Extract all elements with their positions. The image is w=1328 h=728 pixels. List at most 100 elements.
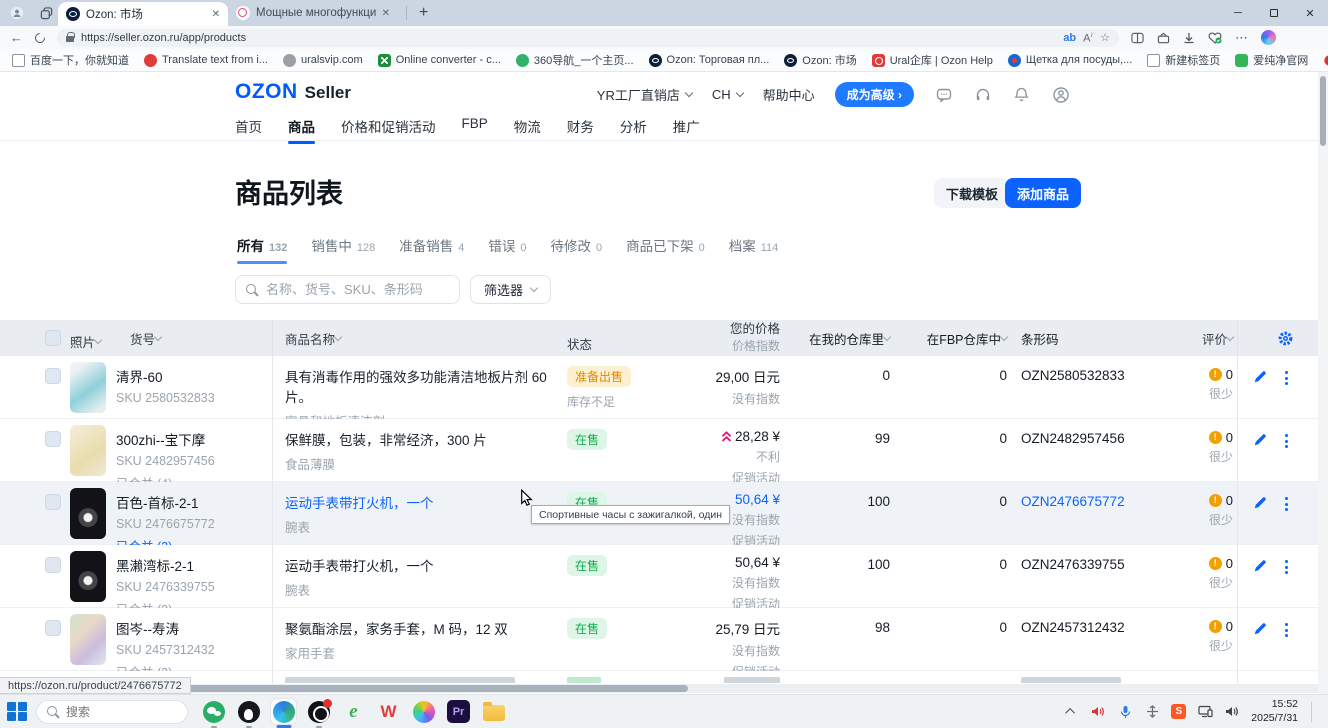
row-checkbox[interactable] (45, 620, 61, 636)
tab-close-icon[interactable]: ✕ (382, 8, 390, 19)
bookmark-item[interactable]: uralsvip.com (283, 54, 363, 67)
vertical-scrollbar-thumb[interactable] (1320, 76, 1326, 146)
row-checkbox[interactable] (45, 431, 61, 447)
product-barcode-link[interactable]: OZN2476675772 (1007, 482, 1162, 544)
file-explorer-icon[interactable] (480, 698, 507, 725)
sogou-icon[interactable] (1171, 704, 1186, 719)
col-code[interactable]: 货号 (130, 329, 272, 348)
volume-red-icon[interactable] (1090, 704, 1106, 720)
product-code[interactable]: 百色-首标-2-1 (116, 492, 272, 512)
product-name[interactable]: 聚氨酯涂层，家务手套，M 码，12 双 (285, 618, 567, 638)
bookmark-item[interactable]: Translate text from i... (144, 54, 268, 67)
store-selector[interactable]: YR工厂直销店 (597, 85, 692, 104)
edge-browser-icon[interactable] (270, 698, 297, 725)
table-row[interactable]: 图岑--寿涛 SKU 2457312432 已合并 (3) 聚氨酯涂层，家务手套… (0, 608, 1318, 671)
table-row[interactable]: 黑濑湾标-2-1 SKU 2476339755 已合并 (2) 运动手表带打火机… (0, 545, 1318, 608)
bookmark-item[interactable]: 百度一下，你就知道 (12, 52, 129, 68)
chat-icon[interactable] (934, 85, 953, 104)
select-all-checkbox[interactable] (45, 330, 61, 346)
help-center-link[interactable]: 帮助中心 (763, 85, 815, 104)
account-avatar-icon[interactable] (1051, 85, 1070, 104)
table-row[interactable]: 300zhi--宝下摩 SKU 2482957456 已合并 (4) 保鲜膜，包… (0, 419, 1318, 482)
bookmark-item[interactable]: 新建标签页 (1147, 52, 1220, 68)
wechat-icon[interactable] (200, 698, 227, 725)
edit-pencil-icon[interactable] (1253, 559, 1267, 573)
download-icon[interactable] (1183, 32, 1195, 44)
row-menu-icon[interactable] (1285, 623, 1288, 637)
bookmark-item[interactable]: Ozon: 市场 (784, 52, 856, 68)
refresh-icon[interactable] (33, 30, 47, 44)
premium-button[interactable]: 成为高级 › (835, 82, 914, 107)
notifications-bell-icon[interactable] (1012, 85, 1031, 104)
col-stock-my[interactable]: 在我的仓库里 (780, 329, 890, 348)
row-checkbox[interactable] (45, 557, 61, 573)
tab-errors[interactable]: 错误0 (488, 235, 526, 264)
bookmark-item[interactable]: 360导航_一个主页... (516, 52, 634, 68)
horizontal-scrollbar[interactable] (0, 684, 1318, 693)
tab-ready[interactable]: 准备销售4 (399, 235, 464, 264)
row-checkbox[interactable] (45, 494, 61, 510)
minimize-button[interactable]: ─ (1220, 0, 1256, 26)
back-icon[interactable]: ← (10, 31, 23, 44)
bookmark-item[interactable]: Ural企库 | Ozon Help (872, 52, 993, 68)
start-button-icon[interactable] (6, 701, 28, 723)
product-name[interactable]: 具有消毒作用的强效多功能清洁地板片剂 60 片。 (285, 366, 567, 406)
bookmark-item[interactable]: Щетка для посуды,... (1008, 54, 1132, 67)
browser-profile-icon[interactable] (5, 3, 29, 23)
url-text[interactable]: https://seller.ozon.ru/app/products (81, 32, 1056, 44)
bookmark-item[interactable]: 爱纯净官网 (1235, 52, 1308, 68)
col-photo[interactable]: 照片 (70, 326, 130, 351)
product-thumbnail[interactable] (70, 551, 106, 602)
browser-tab-active[interactable]: Ozon: 市场 ✕ (58, 2, 228, 26)
tab-actions-icon[interactable] (34, 3, 58, 23)
picsart-icon[interactable] (410, 698, 437, 725)
input-method-icon[interactable] (1144, 704, 1160, 720)
browser-essentials-icon[interactable] (1208, 32, 1222, 44)
favorite-star-icon[interactable]: ☆ (1100, 31, 1110, 44)
filters-button[interactable]: 筛选器 (470, 275, 551, 304)
product-thumbnail[interactable] (70, 362, 106, 413)
edit-pencil-icon[interactable] (1253, 622, 1267, 636)
language-selector[interactable]: CH (712, 87, 743, 102)
support-headset-icon[interactable] (973, 85, 992, 104)
product-code[interactable]: 图岑--寿涛 (116, 618, 272, 638)
premiere-icon[interactable] (445, 698, 472, 725)
bookmark-item[interactable]: 章鱼AI (1323, 52, 1328, 68)
cast-display-icon[interactable] (1197, 704, 1213, 720)
col-name[interactable]: 商品名称 (272, 320, 567, 356)
obs-icon[interactable] (305, 698, 332, 725)
show-desktop-button[interactable] (1311, 702, 1312, 722)
ozon-seller-logo[interactable]: OZON Seller (235, 80, 351, 104)
edit-pencil-icon[interactable] (1253, 370, 1267, 384)
download-template-button[interactable]: 下载模板 (934, 178, 1010, 208)
bookmark-item[interactable]: Online converter - c... (378, 54, 501, 67)
tab-selling[interactable]: 销售中128 (311, 235, 375, 264)
new-tab-button[interactable]: + (419, 4, 428, 22)
table-settings-gear-icon[interactable] (1277, 330, 1294, 347)
more-menu-icon[interactable]: ⋯ (1235, 31, 1248, 44)
tab-close-icon[interactable]: ✕ (212, 9, 220, 20)
microphone-icon[interactable] (1117, 704, 1133, 720)
tab-archive[interactable]: 档案114 (729, 235, 779, 264)
restore-button[interactable] (1256, 0, 1292, 26)
ie-browser-icon[interactable] (340, 698, 367, 725)
vertical-scrollbar[interactable] (1318, 72, 1328, 694)
row-menu-icon[interactable] (1285, 371, 1288, 385)
split-screen-icon[interactable] (1131, 32, 1144, 44)
tab-all[interactable]: 所有132 (237, 235, 287, 264)
edit-pencil-icon[interactable] (1253, 433, 1267, 447)
taskbar-search-input[interactable] (66, 705, 166, 719)
volume-icon[interactable] (1224, 704, 1240, 720)
row-checkbox[interactable] (45, 368, 61, 384)
search-input[interactable] (266, 282, 449, 297)
wps-icon[interactable] (375, 698, 402, 725)
product-thumbnail[interactable] (70, 614, 106, 665)
product-thumbnail[interactable] (70, 425, 106, 476)
product-name[interactable]: 运动手表带打火机，一个 (285, 555, 567, 575)
row-menu-icon[interactable] (1285, 497, 1288, 511)
tab-to-fix[interactable]: 待修改0 (550, 235, 602, 264)
product-code[interactable]: 300zhi--宝下摩 (116, 429, 272, 449)
row-menu-icon[interactable] (1285, 434, 1288, 448)
taskbar-search[interactable] (36, 700, 188, 724)
row-menu-icon[interactable] (1285, 560, 1288, 574)
